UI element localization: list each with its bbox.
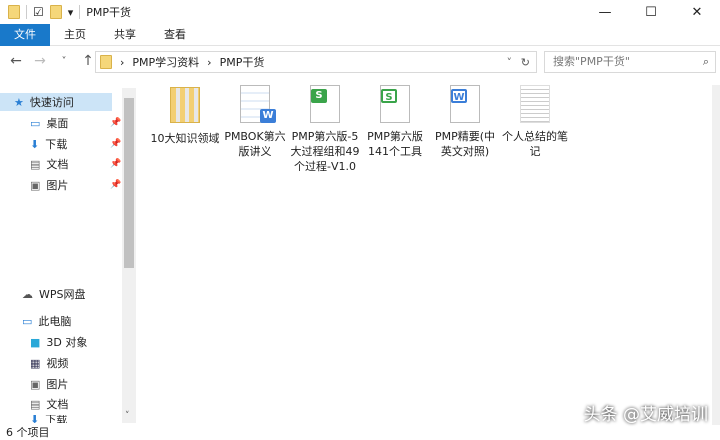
maximize-button[interactable]: ☐ [628,0,674,24]
document-thumbnail-icon [518,85,552,125]
sidebar-item-label: 文档 [46,398,69,411]
tab-home[interactable]: 主页 [50,24,100,46]
scrollbar-thumb[interactable] [124,98,134,268]
video-icon: ▦ [30,356,41,370]
desktop-icon: ▭ [30,116,41,130]
search-icon: ⌕ [702,55,709,68]
sidebar-item-3d-objects[interactable]: ■ 3D 对象 [30,333,87,351]
tab-file[interactable]: 文件 [0,23,50,46]
sidebar-item-documents-pc[interactable]: ▤ 文档 [30,395,68,413]
picture-icon: ▣ [30,377,41,391]
back-button[interactable]: ← [8,53,24,69]
file-item[interactable]: W PMP精要(中英文对照) [430,85,500,159]
sidebar-item-label: 桌面 [46,117,69,130]
file-name: PMP第六版141个工具 [367,130,423,158]
pin-icon[interactable]: 📌 [110,139,121,149]
search-placeholder: 搜索"PMP干货" [553,55,630,68]
sidebar-item-wps-cloud[interactable]: ☁ WPS网盘 [22,285,86,303]
sidebar-item-label: 图片 [46,179,69,192]
ribbon: 文件 主页 共享 查看 [0,23,720,46]
sidebar-item-label: 视频 [46,357,69,370]
chevron-right-icon: › [120,55,125,69]
breadcrumb-item[interactable]: PMP学习资料 [132,54,199,70]
folder-icon [8,5,20,19]
sidebar-item-videos[interactable]: ▦ 视频 [30,354,68,372]
sidebar-item-pictures[interactable]: ▣ 图片 [30,176,68,194]
sidebar-item-label: WPS网盘 [39,288,86,301]
sidebar-item-pictures-pc[interactable]: ▣ 图片 [30,375,68,393]
file-item[interactable]: S PMP第六版141个工具 [360,85,430,159]
file-item[interactable]: S PMP第六版-5大过程组和49个过程-V1.0 [290,85,360,174]
folder-icon [100,55,112,69]
picture-icon: ▣ [30,178,41,192]
cube-icon: ■ [30,335,41,349]
recent-locations-button[interactable]: ˅ [56,56,72,67]
sidebar-item-desktop[interactable]: ▭ 桌面 [30,114,68,132]
sidebar-item-label: 此电脑 [38,315,72,328]
sidebar-item-downloads[interactable]: ⬇ 下载 [30,135,67,153]
file-name: PMP精要(中英文对照) [434,130,496,158]
sidebar-item-quick-access[interactable]: ★ 快速访问 [0,93,112,111]
forward-button[interactable]: → [32,53,48,69]
customize-toolbar-icon[interactable]: ▾ [68,6,74,19]
up-button[interactable]: ↑ [80,53,96,69]
properties-icon[interactable]: ☑ [33,5,44,19]
word-document-icon: W [448,85,482,125]
file-item[interactable]: 个人总结的笔记 [500,85,570,159]
window-title: PMP干货 [86,6,132,19]
content-scrollbar[interactable] [712,85,720,425]
chevron-right-icon: › [207,55,212,69]
chevron-down-icon[interactable]: ˅ [507,56,513,69]
spreadsheet-icon: S [308,85,342,125]
file-item[interactable]: W PMBOK第六版讲义 [220,85,290,159]
sidebar-item-label: 文档 [46,158,69,171]
file-name: 个人总结的笔记 [502,130,568,158]
minimize-button[interactable]: — [582,0,628,24]
sidebar-item-label: 图片 [46,378,69,391]
sidebar-item-this-pc[interactable]: ▭ 此电脑 [22,312,71,330]
file-name: PMP第六版-5大过程组和49个过程-V1.0 [290,130,360,173]
pin-icon[interactable]: 📌 [110,118,121,128]
pin-icon[interactable]: 📌 [110,180,121,190]
cloud-icon: ☁ [22,287,33,301]
breadcrumb-item[interactable]: PMP干货 [220,54,265,70]
sidebar-item-label: 下载 [45,138,68,151]
file-name: PMBOK第六版讲义 [224,130,286,158]
new-folder-icon[interactable] [49,5,62,19]
sidebar-scrollbar[interactable]: ˅ [122,88,136,423]
download-icon: ⬇ [30,137,40,151]
file-item[interactable]: 10大知识领域 [150,85,220,146]
status-bar-count: 6 个项目 [6,426,50,439]
navigation-pane: ★ 快速访问 ▭ 桌面 ⬇ 下载 ▤ 文档 ▣ 图片 📌 📌 📌 📌 ☁ WPS网盘 ▭ 此电… [0,85,136,425]
document-icon: ▤ [30,397,41,411]
sidebar-item-downloads-pc[interactable]: ⬇ 下载 [30,415,67,423]
computer-icon: ▭ [22,314,33,328]
download-icon: ⬇ [30,415,40,423]
file-name: 10大知识领域 [150,132,220,145]
folder-icon [168,87,202,127]
document-icon: ▤ [30,157,41,171]
word-thumbnail-icon: W [238,85,276,125]
close-button[interactable]: ✕ [674,0,720,24]
sidebar-item-documents[interactable]: ▤ 文档 [30,155,68,173]
spreadsheet-icon: S [378,85,412,125]
search-input[interactable]: 搜索"PMP干货" ⌕ [544,51,716,73]
star-icon: ★ [14,95,24,109]
sidebar-item-label: 快速访问 [29,96,74,109]
watermark: 头条 @艾威培训 [583,405,708,425]
sidebar-item-label: 3D 对象 [46,336,88,349]
tab-view[interactable]: 查看 [150,24,200,46]
address-bar[interactable]: › PMP学习资料 › PMP干货 ˅ ↻ [95,51,537,73]
pin-icon[interactable]: 📌 [110,159,121,169]
sidebar-item-label: 下载 [45,415,68,423]
scroll-down-icon[interactable]: ˅ [125,411,130,421]
refresh-button[interactable]: ↻ [521,56,530,69]
tab-share[interactable]: 共享 [100,24,150,46]
